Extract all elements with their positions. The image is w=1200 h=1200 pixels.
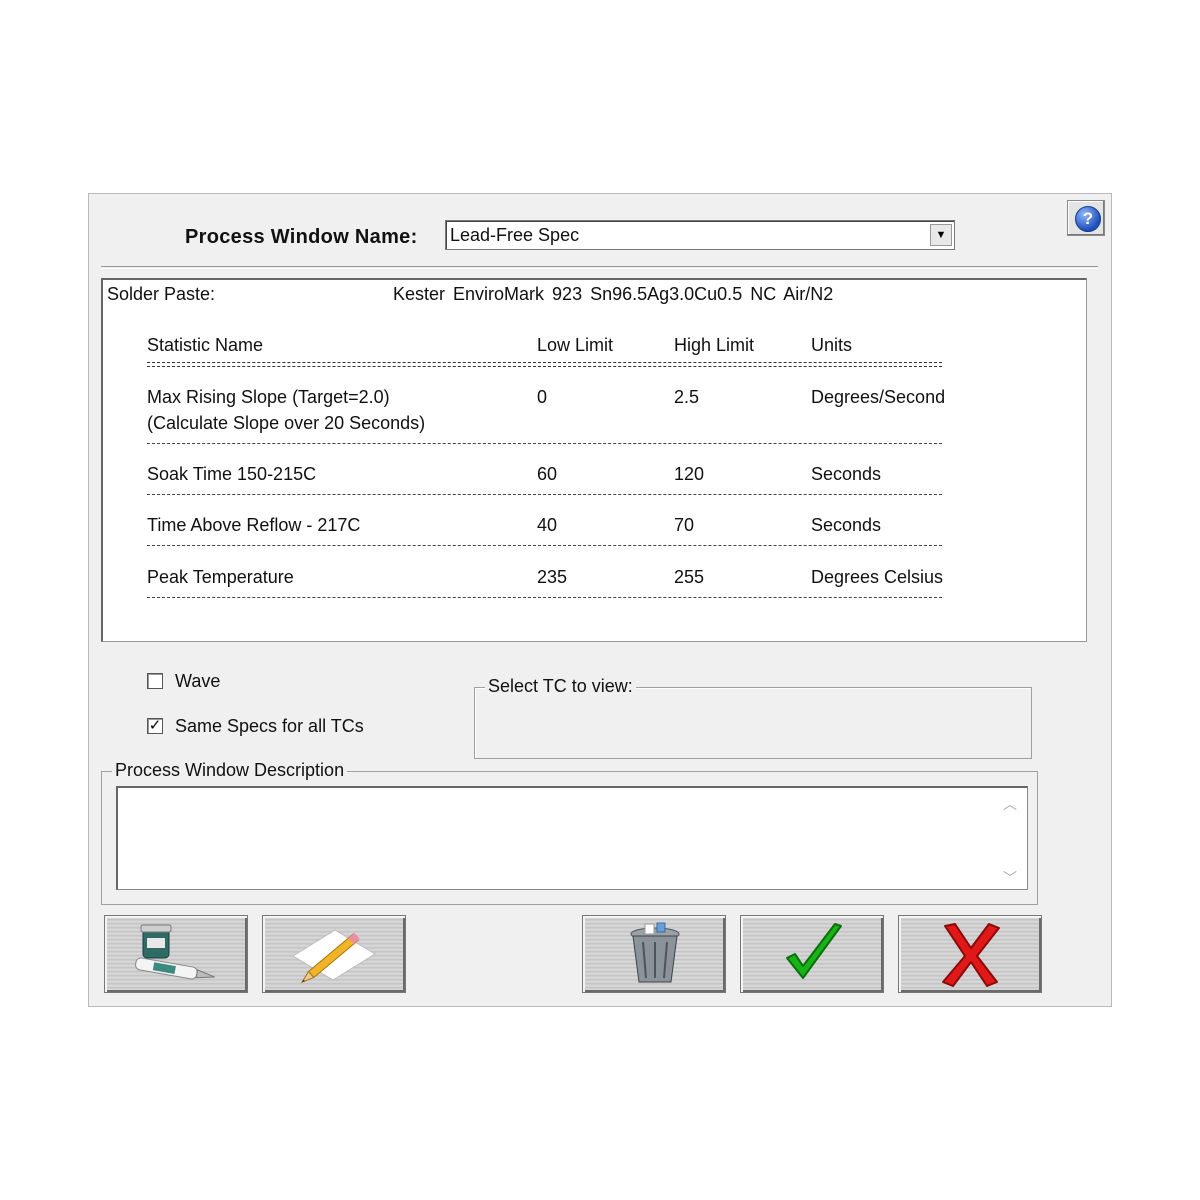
process-window-name-label: Process Window Name: [185, 226, 418, 248]
row-high-limit: 2.5 [674, 387, 700, 407]
row-low-limit: 0 [537, 387, 548, 407]
row-low-limit: 60 [537, 464, 558, 484]
pencil-paper-icon [292, 929, 376, 984]
wave-label: Wave [175, 671, 221, 691]
scroll-down-icon[interactable]: ﹀ [1003, 868, 1017, 888]
same-specs-checkbox[interactable]: ✓ [147, 718, 163, 734]
spec-panel: Solder Paste: Kester EnviroMark 923 Sn96… [101, 278, 1087, 642]
column-header-low-limit: Low Limit [537, 335, 614, 355]
process-window-name-value: Lead-Free Spec [450, 225, 580, 245]
row-units: Degrees/Second [811, 387, 946, 407]
process-window-name-select[interactable]: Lead-Free Spec ▼ [445, 220, 955, 250]
row-divider [147, 545, 942, 546]
row-low-limit: 235 [537, 567, 568, 587]
header-separator [101, 266, 1098, 269]
row-divider [147, 443, 942, 444]
column-header-statistic-name: Statistic Name [147, 335, 264, 355]
row-low-limit: 40 [537, 515, 558, 535]
solder-paste-label: Solder Paste: [107, 284, 216, 304]
description-title: Process Window Description [112, 760, 348, 781]
row-high-limit: 120 [674, 464, 705, 484]
select-tc-group[interactable]: Select TC to view: [474, 676, 1032, 759]
process-window-dialog: ? Process Window Name: Lead-Free Spec ▼ … [88, 193, 1112, 1007]
row-divider [147, 597, 942, 598]
row-statistic-name: Peak Temperature [147, 567, 294, 587]
select-tc-title: Select TC to view: [485, 676, 636, 697]
delete-button[interactable] [582, 915, 726, 993]
column-header-units: Units [811, 335, 853, 355]
chevron-down-icon[interactable]: ▼ [930, 224, 952, 246]
edit-button[interactable] [262, 915, 406, 993]
scroll-up-icon[interactable]: ︿ [1003, 794, 1017, 814]
same-specs-label: Same Specs for all TCs [175, 716, 364, 736]
row-units: Degrees Celsius [811, 567, 944, 587]
solder-paste-icon [135, 924, 215, 980]
row-statistic-note: (Calculate Slope over 20 Seconds) [147, 413, 426, 433]
row-units: Seconds [811, 464, 882, 484]
row-divider [147, 494, 942, 495]
solder-paste-button[interactable] [104, 915, 248, 993]
row-high-limit: 255 [674, 567, 705, 587]
ok-button[interactable] [740, 915, 884, 993]
help-button[interactable]: ? [1067, 200, 1105, 236]
column-header-high-limit: High Limit [674, 335, 755, 355]
red-x-icon [942, 923, 1000, 987]
trash-can-icon [630, 922, 680, 983]
row-statistic-name: Max Rising Slope (Target=2.0) [147, 387, 390, 407]
row-units: Seconds [811, 515, 882, 535]
description-group: Process Window Description ︿ ﹀ [101, 760, 1038, 905]
row-statistic-name: Time Above Reflow - 217C [147, 515, 361, 535]
wave-checkbox[interactable] [147, 673, 163, 689]
row-high-limit: 70 [674, 515, 695, 535]
row-statistic-name: Soak Time 150-215C [147, 464, 317, 484]
green-check-icon [786, 923, 842, 979]
solder-paste-value: Kester EnviroMark 923 Sn96.5Ag3.0Cu0.5 N… [393, 284, 834, 304]
help-icon: ? [1075, 206, 1101, 232]
cancel-button[interactable] [898, 915, 1042, 993]
description-textarea[interactable] [116, 786, 1028, 890]
header-double-rule [147, 362, 942, 367]
